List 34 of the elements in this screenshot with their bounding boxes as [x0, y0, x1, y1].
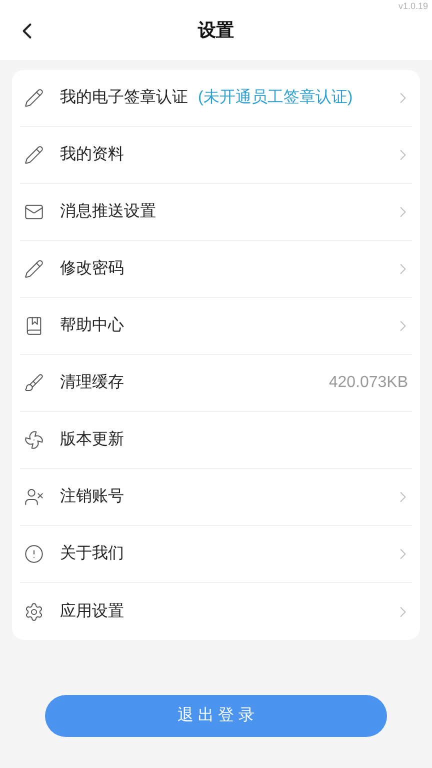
row-label: 关于我们	[60, 544, 124, 564]
row-label: 清理缓存	[60, 372, 124, 393]
pencil-icon	[24, 259, 44, 279]
settings-row[interactable]: 版本更新	[20, 412, 412, 469]
settings-row[interactable]: 修改密码	[20, 241, 412, 298]
user-x-icon	[24, 487, 44, 507]
alert-icon	[24, 544, 44, 564]
settings-row[interactable]: 消息推送设置	[20, 184, 412, 241]
settings-row[interactable]: 我的资料	[20, 127, 412, 184]
settings-row[interactable]: 帮助中心	[20, 298, 412, 355]
envelope-icon	[24, 202, 44, 222]
page-title: 设置	[198, 18, 234, 42]
row-label: 消息推送设置	[60, 202, 156, 222]
row-label: 注销账号	[60, 486, 124, 507]
settings-row[interactable]: 应用设置	[20, 583, 412, 640]
brush-icon	[24, 373, 44, 393]
row-label: 我的电子签章认证	[60, 88, 188, 108]
book-icon	[24, 316, 44, 336]
row-label: 应用设置	[60, 602, 124, 622]
row-label: 修改密码	[60, 258, 124, 279]
cache-size: 420.073KB	[328, 373, 408, 393]
pencil-icon	[24, 145, 44, 165]
row-note: (未开通员工签章认证)	[198, 88, 353, 108]
fan-icon	[24, 430, 44, 450]
settings-row[interactable]: 注销账号	[20, 469, 412, 526]
version-label: v1.0.19	[398, 1, 428, 12]
settings-row[interactable]: 清理缓存 420.073KB	[20, 355, 412, 412]
row-label: 版本更新	[60, 430, 124, 450]
settings-row[interactable]: 我的电子签章认证 (未开通员工签章认证)	[20, 70, 412, 127]
row-label: 我的资料	[60, 144, 124, 165]
row-label: 帮助中心	[60, 316, 124, 336]
settings-icon	[24, 602, 44, 622]
pencil-icon	[24, 88, 44, 108]
settings-row[interactable]: 关于我们	[20, 526, 412, 583]
